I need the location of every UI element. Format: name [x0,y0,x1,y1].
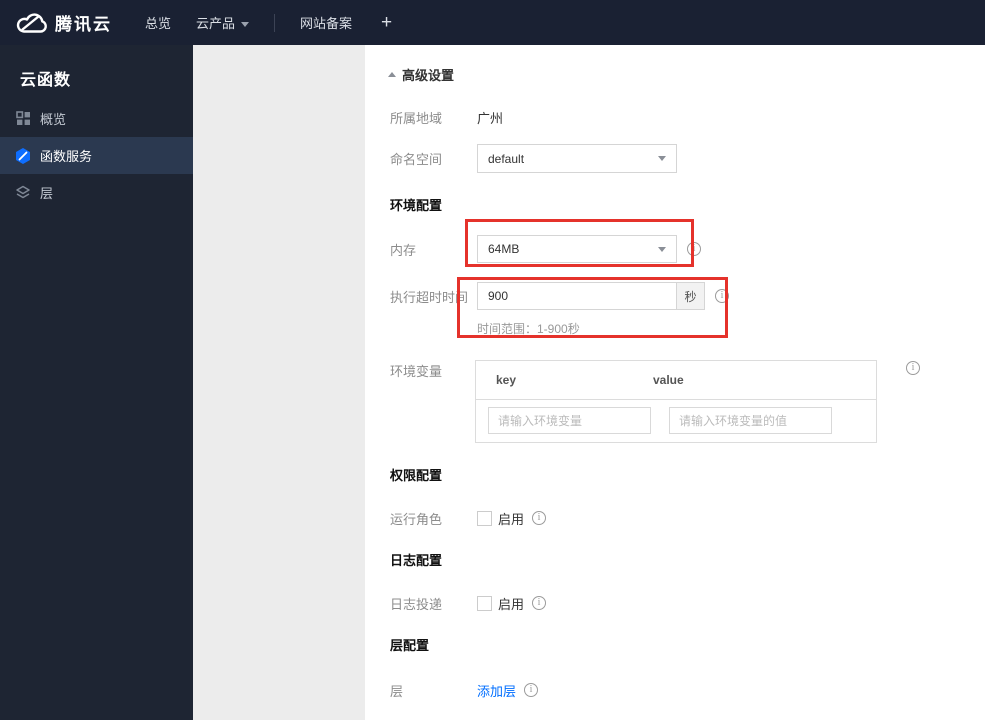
function-hexagon-icon [14,147,32,165]
log-delivery-enable-label: 启用 [498,596,525,612]
sidebar-item-label: 函数服务 [40,149,93,164]
namespace-label: 命名空间 [390,152,443,167]
chevron-down-icon [241,22,250,28]
sidebar-item-function-service[interactable]: 函数服务 [0,137,193,174]
advanced-settings-label: 高级设置 [402,68,455,83]
advanced-settings-toggle[interactable]: 高级设置 [388,65,454,84]
secondary-panel [193,45,365,720]
timeout-info-icon[interactable] [715,289,729,303]
timeout-label: 执行超时时间 [390,289,469,305]
sidebar-title: 云函数 [20,72,72,89]
timeout-row: 执行超时时间 秒 [390,282,729,310]
section-perm-config: 权限配置 [390,468,443,483]
layer-label: 层 [390,683,404,699]
log-delivery-info-icon[interactable] [532,596,547,610]
nav-overview[interactable]: 总览 [145,13,171,32]
sidebar-item-overview[interactable]: 概览 [0,100,193,137]
envvar-table-row [476,400,876,441]
sidebar-item-layers[interactable]: 层 [0,174,193,211]
tencent-cloud-logo-icon [14,10,48,35]
run-role-info-icon[interactable] [532,511,547,525]
layer-info-icon[interactable] [524,683,539,697]
section-log-config: 日志配置 [390,553,443,568]
sidebar-item-label: 层 [40,186,54,201]
region-row: 所属地域 广州 [390,103,503,131]
layer-row: 层 添加层 [390,676,539,704]
top-nav-menu: 总览 云产品 网站备案 + [145,12,392,34]
triangle-up-icon [388,72,396,77]
brand[interactable]: 腾讯云 [0,10,112,35]
grid-icon [14,110,32,128]
envvar-table-header: key value [476,361,876,400]
brand-name: 腾讯云 [55,15,112,34]
memory-label: 内存 [390,242,417,258]
envvar-key-input[interactable] [488,407,651,434]
namespace-select[interactable]: default [477,144,677,173]
namespace-row: 命名空间 default [390,144,677,173]
add-layer-link[interactable]: 添加层 [477,681,516,700]
region-value: 广州 [477,110,504,126]
add-tab-button[interactable]: + [381,12,392,34]
envvar-label: 环境变量 [390,364,443,379]
envvar-col-key: key [496,373,517,387]
envvar-value-input[interactable] [669,407,832,434]
run-role-row: 运行角色 启用 [390,504,547,532]
nav-website-beian[interactable]: 网站备案 [300,13,352,32]
sidebar: 云函数 概览 函数服务 层 [0,45,193,720]
layers-icon [14,184,32,202]
section-env-config: 环境配置 [390,198,443,213]
function-config-form: 高级设置 所属地域 广州 命名空间 default 环境配置 内存 64MB i… [365,45,985,720]
sidebar-item-label: 概览 [40,112,67,127]
top-navbar: 腾讯云 总览 云产品 网站备案 + [0,0,985,45]
run-role-checkbox[interactable] [477,510,492,526]
region-label: 所属地域 [390,110,443,126]
log-delivery-row: 日志投递 启用 [390,589,547,617]
chevron-down-icon [658,156,666,161]
envvar-table: key value [475,360,877,443]
timeout-range-hint: 时间范围：1-900秒 [477,322,580,336]
memory-row: 内存 64MB [390,235,701,263]
memory-selected-value: 64MB [488,242,520,256]
nav-divider [274,13,276,32]
run-role-label: 运行角色 [390,511,443,527]
namespace-selected-value: default [488,151,525,166]
run-role-enable-label: 启用 [498,511,525,527]
tencent-cloud-console: 腾讯云 总览 云产品 网站备案 + 云函数 概览 函数服务 层 高级设置 所属地… [0,0,985,720]
timeout-input[interactable] [477,282,677,310]
log-delivery-label: 日志投递 [390,596,443,612]
section-layer-config: 层配置 [390,638,430,653]
log-delivery-checkbox[interactable] [477,595,492,611]
chevron-down-icon [658,246,666,252]
timeout-unit-suffix: 秒 [677,282,705,310]
nav-cloud-products[interactable]: 云产品 [196,13,250,32]
memory-select[interactable]: 64MB [477,235,677,263]
envvar-col-value: value [653,373,684,387]
memory-info-icon[interactable] [687,242,701,256]
envvar-info-icon[interactable] [906,361,920,375]
